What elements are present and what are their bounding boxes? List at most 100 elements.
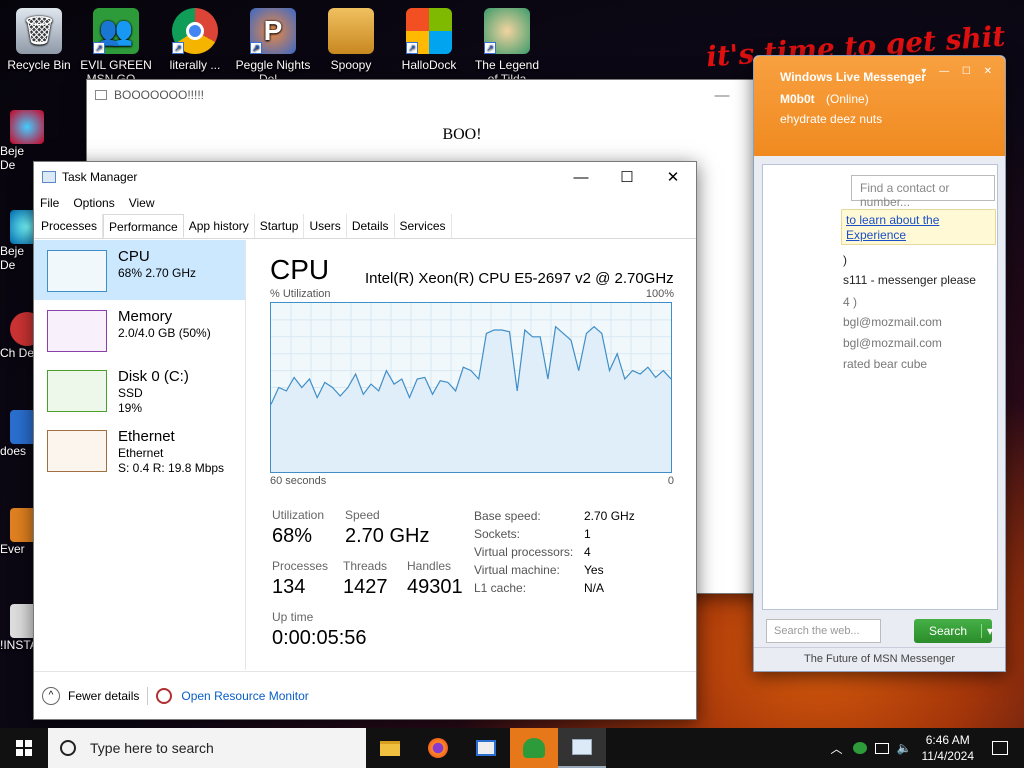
- cpu-graph-svg: [271, 303, 671, 472]
- tab-startup[interactable]: Startup: [255, 214, 305, 238]
- stat-value: 68%: [272, 525, 313, 547]
- desktop-icon-label: Beje De: [0, 144, 25, 172]
- spec-value: N/A: [584, 581, 605, 595]
- task-manager-window[interactable]: Task Manager — ☐ ✕ File Options View Pro…: [33, 161, 697, 720]
- msn-banner-link[interactable]: to learn about the Experience: [841, 209, 996, 245]
- clock[interactable]: 6:46 AM 11/4/2024: [922, 732, 975, 764]
- sidebar-item-disk[interactable]: Disk 0 (C:) SSD 19%: [34, 360, 245, 420]
- stat-label: Speed: [345, 508, 380, 522]
- search-icon: [60, 740, 76, 756]
- task-manager-title: Task Manager: [62, 170, 138, 184]
- msn-header: Windows Live Messenger ▾ — ☐ ✕ M0b0t (On…: [754, 56, 1005, 156]
- system-tray: ︿ 🔈 6:46 AM 11/4/2024: [831, 732, 1024, 764]
- contact-item[interactable]: bgl@mozmail.com: [843, 315, 942, 329]
- start-button[interactable]: [0, 728, 48, 768]
- msn-tray-icon[interactable]: [852, 742, 867, 754]
- desktop-icon-evil-green-msn[interactable]: 👥↗ EVIL GREEN MSN GO...: [78, 8, 154, 86]
- taskbar-app[interactable]: [462, 728, 510, 768]
- memory-thumbnail-graph: [47, 310, 107, 352]
- task-manager-titlebar[interactable]: Task Manager — ☐ ✕: [34, 162, 696, 192]
- folder-icon: [380, 740, 400, 756]
- tab-performance[interactable]: Performance: [103, 214, 184, 238]
- chevron-down-icon[interactable]: ▾: [981, 624, 993, 638]
- boo-window-title: BOOOOOOO!!!!!: [114, 88, 205, 102]
- sidebar-item-name: CPU: [118, 248, 150, 265]
- stat-label: Handles: [407, 559, 452, 573]
- contact-item[interactable]: ): [843, 253, 847, 267]
- web-search-input[interactable]: Search the web...: [766, 619, 881, 643]
- menu-file[interactable]: File: [40, 196, 59, 210]
- taskbar-file-explorer[interactable]: [366, 728, 414, 768]
- menu-view[interactable]: View: [129, 196, 155, 210]
- desktop-icon-hallodock[interactable]: ↗ HalloDock: [391, 8, 467, 86]
- cpu-utilization-graph: [270, 302, 672, 473]
- msn-footer: The Future of MSN Messenger: [754, 647, 1005, 671]
- contact-item[interactable]: 4 ): [843, 295, 857, 309]
- tab-services[interactable]: Services: [395, 214, 452, 238]
- stat-speed: Speed 2.70 GHz: [345, 508, 429, 548]
- find-contact-input[interactable]: Find a contact or number...: [851, 175, 995, 209]
- sidebar-item-ethernet[interactable]: Ethernet Ethernet S: 0.4 R: 19.8 Mbps: [34, 420, 245, 480]
- msn-user[interactable]: M0b0t (Online): [780, 92, 997, 106]
- taskbar-msn-messenger[interactable]: [510, 728, 558, 768]
- performance-sidebar: CPU 68% 2.70 GHz Memory 2.0/4.0 GB (50%)…: [34, 240, 246, 670]
- taskbar-firefox[interactable]: [414, 728, 462, 768]
- stat-label: Utilization: [272, 508, 325, 522]
- desktop-icon-label: Ever: [0, 542, 25, 556]
- sidebar-item-memory[interactable]: Memory 2.0/4.0 GB (50%): [34, 300, 245, 360]
- close-button[interactable]: ✕: [650, 162, 696, 192]
- cpu-detail-pane: CPU Intel(R) Xeon(R) CPU E5-2697 v2 @ 2.…: [270, 254, 680, 487]
- tab-details[interactable]: Details: [347, 214, 395, 238]
- volume-icon[interactable]: 🔈: [897, 741, 912, 755]
- msn-personal-message[interactable]: ehydrate deez nuts: [780, 112, 997, 126]
- sidebar-item-name: Disk 0 (C:): [118, 368, 189, 385]
- msn-status[interactable]: (Online): [826, 92, 869, 106]
- web-search-button[interactable]: Search ▾: [914, 619, 993, 643]
- desktop-icon-label: does: [0, 444, 27, 458]
- notification-icon[interactable]: [992, 741, 1008, 755]
- maximize-button[interactable]: ☐: [604, 162, 650, 192]
- minimize-button[interactable]: —: [558, 162, 604, 192]
- taskbar-task-manager[interactable]: [558, 728, 606, 768]
- tab-app-history[interactable]: App history: [184, 214, 255, 238]
- sidebar-item-name: Ethernet: [118, 428, 175, 445]
- stat-uptime: Up time 0:00:05:56: [272, 610, 367, 650]
- taskbar-search-box[interactable]: Type here to search: [48, 728, 366, 768]
- msn-messenger-window[interactable]: Windows Live Messenger ▾ — ☐ ✕ M0b0t (On…: [753, 55, 1006, 672]
- minimize-button[interactable]: —: [699, 80, 745, 110]
- desktop-icon-spoopy[interactable]: Spoopy: [313, 8, 389, 86]
- desktop-icon-recycle-bin[interactable]: 🗑 Recycle Bin: [1, 8, 77, 86]
- web-search-button-label: Search: [929, 624, 968, 638]
- cpu-model: Intel(R) Xeon(R) CPU E5-2697 v2 @ 2.70GH…: [365, 270, 674, 287]
- boo-titlebar[interactable]: BOOOOOOO!!!!! — ☐ ✕: [87, 80, 837, 110]
- desktop-icon-legend-of-tilda[interactable]: ↗ The Legend of Tilda: [469, 8, 545, 86]
- tab-processes[interactable]: Processes: [36, 214, 104, 238]
- contact-item[interactable]: s111 - messenger please: [843, 273, 976, 287]
- stat-value: 49301: [407, 576, 463, 598]
- contact-item[interactable]: bgl@mozmail.com: [843, 336, 942, 350]
- window-icon: [95, 90, 107, 100]
- desktop-icon-peggle-nights[interactable]: P↗ Peggle Nights Del...: [235, 8, 311, 86]
- stat-value: 134: [272, 576, 306, 598]
- spec-label: Base speed:: [474, 509, 541, 523]
- menu-options[interactable]: Options: [73, 196, 114, 210]
- folder-icon: [328, 8, 374, 54]
- task-manager-icon: [42, 171, 56, 183]
- recycle-bin-icon: 🗑: [16, 8, 62, 54]
- sidebar-item-name: Memory: [118, 308, 173, 325]
- desktop-icon-literally[interactable]: ↗ literally ...: [157, 8, 233, 86]
- sidebar-item-cpu[interactable]: CPU 68% 2.70 GHz: [34, 240, 245, 300]
- chevron-up-icon[interactable]: ^: [42, 686, 60, 705]
- open-resource-monitor-link[interactable]: Open Resource Monitor: [181, 689, 308, 703]
- tab-users[interactable]: Users: [304, 214, 347, 238]
- contact-item[interactable]: rated bear cube: [843, 357, 927, 371]
- windows-logo-icon: ↗: [406, 8, 452, 54]
- msn-buddy-icon: 👥 ↗: [93, 8, 139, 54]
- fewer-details-button[interactable]: Fewer details: [68, 689, 139, 703]
- chevron-up-icon[interactable]: ︿: [831, 740, 843, 757]
- taskbar-search-placeholder: Type here to search: [90, 740, 214, 756]
- network-icon[interactable]: [874, 742, 889, 754]
- msn-window-controls[interactable]: ▾ — ☐ ✕: [921, 66, 997, 77]
- bejeweled-icon: [10, 110, 44, 144]
- sidebar-item-sub: 19%: [118, 401, 143, 415]
